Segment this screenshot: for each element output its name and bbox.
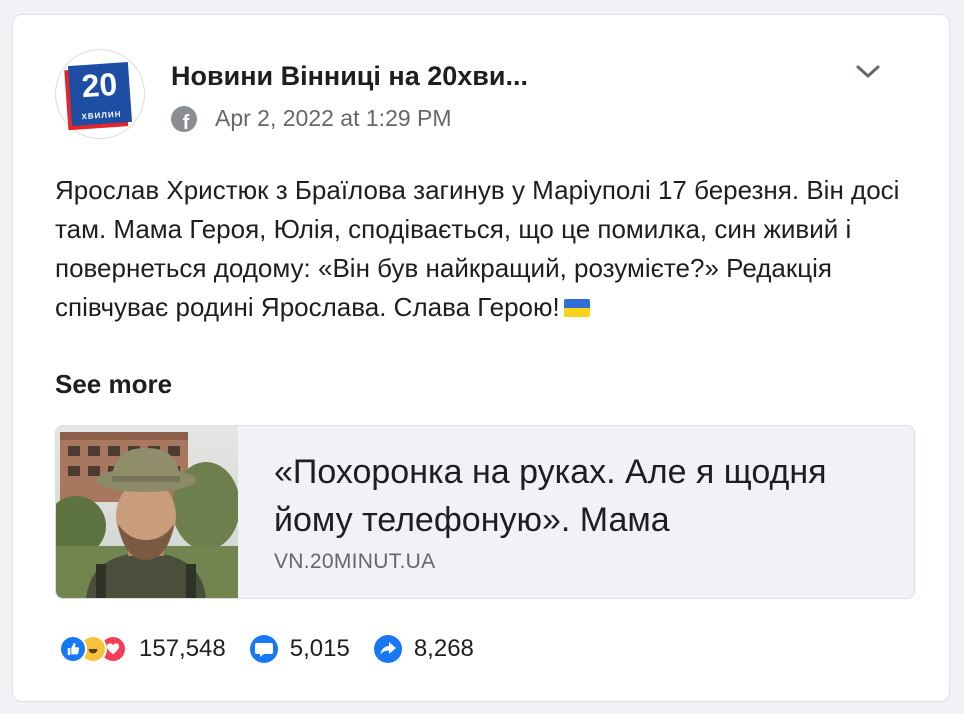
post-footer: 157,548 5,015 8,268 xyxy=(59,635,474,663)
post-timestamp[interactable]: Apr 2, 2022 at 1:29 PM xyxy=(215,105,452,132)
page-logo: 20 ХВИЛИН xyxy=(67,61,133,127)
link-preview-card[interactable]: «Похоронка на руках. Але я щодня йому те… xyxy=(55,425,915,599)
link-preview-title: «Похоронка на руках. Але я щодня йому те… xyxy=(274,453,827,539)
see-more-link[interactable]: See more xyxy=(55,369,172,400)
page-avatar[interactable]: 20 ХВИЛИН xyxy=(55,49,145,139)
like-reaction-icon xyxy=(59,635,87,663)
reaction-icons[interactable] xyxy=(59,635,127,663)
post-card: 20 ХВИЛИН Новини Вінниці на 20хви... f A… xyxy=(12,14,950,702)
facebook-icon: f xyxy=(171,105,197,132)
link-preview-domain: VN.20MINUT.UA xyxy=(274,550,436,573)
ukraine-flag-icon xyxy=(563,299,590,317)
chevron-down-icon[interactable] xyxy=(855,59,881,85)
post-meta: f Apr 2, 2022 at 1:29 PM xyxy=(171,105,452,132)
comment-icon[interactable] xyxy=(249,635,278,663)
post-text: Ярослав Христюк з Браїлова загинув у Мар… xyxy=(55,171,915,327)
comment-count[interactable]: 5,015 xyxy=(290,635,350,663)
logo-number: 20 xyxy=(80,65,119,105)
reaction-count[interactable]: 157,548 xyxy=(139,635,226,663)
post-body: Ярослав Христюк з Браїлова загинув у Мар… xyxy=(55,175,900,322)
link-preview-thumbnail xyxy=(56,426,238,598)
page-name-link[interactable]: Новини Вінниці на 20хви... xyxy=(171,61,528,92)
share-icon[interactable] xyxy=(373,635,402,663)
share-count[interactable]: 8,268 xyxy=(414,635,474,663)
